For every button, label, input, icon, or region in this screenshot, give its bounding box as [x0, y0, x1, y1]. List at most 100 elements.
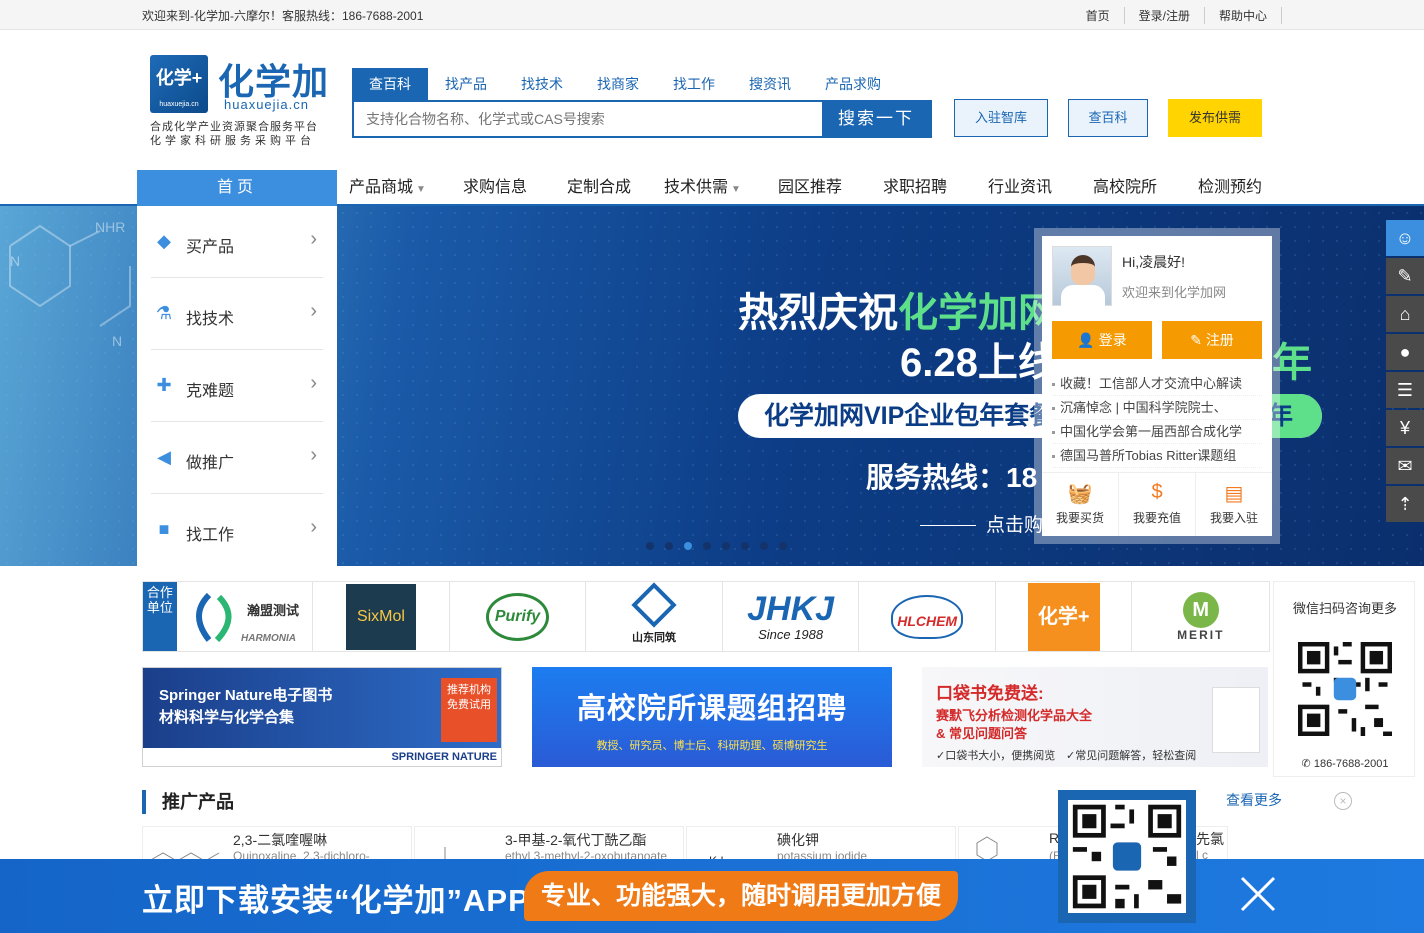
- search-tab-merchants[interactable]: 找商家: [580, 68, 656, 100]
- ad-springer-tag: 推荐机构免费试用: [441, 678, 497, 742]
- chevron-right-icon: ›: [310, 228, 317, 250]
- nav-item-purchase[interactable]: 求购信息: [463, 170, 527, 206]
- partner-logo-huaxuejia[interactable]: 化学+: [996, 582, 1133, 651]
- svg-text:NHR: NHR: [95, 219, 125, 235]
- banner-dot[interactable]: [779, 542, 787, 550]
- section-title-products: 推广产品: [142, 790, 234, 814]
- app-qr-code[interactable]: [1058, 790, 1196, 923]
- partner-logo-shandong[interactable]: 山东同筑: [586, 581, 723, 651]
- banner-cta[interactable]: 点击购: [920, 510, 1043, 537]
- partner-logo-sixmol[interactable]: SixMol: [313, 582, 450, 651]
- app-slogan: 专业、功能强大，随时调用更加方便: [524, 871, 958, 921]
- nav-item-testing[interactable]: 检测预约: [1198, 170, 1262, 206]
- product-name: 碘化钾: [777, 832, 819, 848]
- ad-recruit[interactable]: 高校院所课题组招聘 教授、研究员、博士后、科研助理、硕博研究生: [532, 667, 892, 767]
- back-to-top-icon[interactable]: ⇡: [1386, 486, 1424, 522]
- ad-pocket-book[interactable]: 口袋书免费送: 赛默飞分析检测化学品大全 & 常见问题问答 ✓口袋书大小，便携阅…: [922, 667, 1268, 767]
- register-button[interactable]: ✎ 注册: [1162, 321, 1262, 359]
- search-tab-jobs[interactable]: 找工作: [656, 68, 732, 100]
- banner-dot[interactable]: [646, 542, 654, 550]
- ad-recruit-title: 高校院所课题组招聘: [576, 693, 847, 725]
- top-link-home[interactable]: 首页: [1072, 7, 1125, 24]
- nav-item-jobs[interactable]: 求职招聘: [883, 170, 947, 206]
- banner-dot[interactable]: [741, 542, 749, 550]
- search-tab-purchase[interactable]: 产品求购: [808, 68, 898, 100]
- nav-item-tech[interactable]: 技术供需 ▼: [664, 170, 741, 206]
- qr-title: 微信扫码咨询更多: [1292, 601, 1397, 616]
- partner-logo-hlchem[interactable]: HLCHEM: [859, 582, 996, 651]
- banner-dot[interactable]: [665, 542, 673, 550]
- nav-home[interactable]: 首页: [137, 170, 337, 206]
- top-link-help[interactable]: 帮助中心: [1205, 7, 1282, 24]
- greeting: Hi,凌晨好!: [1122, 254, 1185, 270]
- puzzle-icon: ✚: [156, 375, 172, 395]
- action-join[interactable]: ▤ 我要入驻: [1196, 473, 1272, 536]
- chevron-right-icon: ›: [310, 300, 317, 322]
- wiki-button[interactable]: 查百科: [1068, 99, 1148, 137]
- search-tab-wiki[interactable]: 查百科: [352, 68, 428, 100]
- banner-dot[interactable]: [722, 542, 730, 550]
- qq-icon[interactable]: ☺: [1386, 220, 1424, 256]
- menu-item-jobs[interactable]: ■ 找工作 ›: [151, 494, 323, 566]
- menu-item-promote[interactable]: ◀ 做推广 ›: [151, 422, 323, 494]
- menu-item-problems[interactable]: ✚ 克难题 ›: [151, 350, 323, 422]
- chevron-down-icon: ▼: [416, 184, 426, 195]
- ad-springer[interactable]: Springer Nature电子图书 材料科学与化学合集 推荐机构免费试用 S…: [142, 667, 502, 767]
- menu-item-tech[interactable]: ⚗ 找技术 ›: [151, 278, 323, 350]
- search-tab-tech[interactable]: 找技术: [504, 68, 580, 100]
- news-list: 收藏！工信部人才交流中心解读 沉痛悼念 | 中国科学院院士、 中国化学会第一届西…: [1052, 372, 1262, 468]
- news-item[interactable]: 中国化学会第一届西部合成化学: [1052, 420, 1262, 444]
- partner-logo-harmonia[interactable]: 瀚盟测试 HARMONIA: [177, 582, 314, 651]
- news-item[interactable]: 沉痛悼念 | 中国科学院院士、: [1052, 396, 1262, 420]
- search-tab-news[interactable]: 搜资讯: [732, 68, 808, 100]
- banner-dot[interactable]: [760, 542, 768, 550]
- store-icon[interactable]: ⌂: [1386, 296, 1424, 332]
- wechat-icon[interactable]: ✉: [1386, 448, 1424, 484]
- yuan-icon[interactable]: ¥: [1386, 410, 1424, 446]
- nav-item-custom-synthesis[interactable]: 定制合成: [567, 170, 631, 206]
- menu-item-label: 找工作: [186, 527, 235, 544]
- nav-item-news[interactable]: 行业资讯: [988, 170, 1052, 206]
- partner-logo-merit[interactable]: M MERIT: [1132, 582, 1269, 651]
- login-button[interactable]: 👤 登录: [1052, 321, 1152, 359]
- close-icon[interactable]: ×: [1334, 792, 1352, 810]
- site-logo[interactable]: 化学+ huaxuejia.cn 化学加 huaxuejia.cn 合成化学产业资…: [150, 55, 330, 147]
- close-icon[interactable]: [1238, 874, 1278, 914]
- partner-logo-jhkj[interactable]: JHKJ Since 1988: [723, 582, 860, 651]
- user-icon[interactable]: ●: [1386, 334, 1424, 370]
- top-link-login[interactable]: 登录/注册: [1125, 7, 1205, 24]
- view-more-link[interactable]: 查看更多: [1226, 790, 1282, 810]
- banner-dot[interactable]: [703, 542, 711, 550]
- pencil-icon: ✎: [1190, 332, 1206, 348]
- news-item[interactable]: 收藏！工信部人才交流中心解读: [1052, 372, 1262, 396]
- menu-item-buy[interactable]: ◆ 买产品 ›: [151, 206, 323, 278]
- login-card: Hi,凌晨好! 欢迎来到化学加网 👤 登录 ✎ 注册 收藏！工信部人才交流中心解…: [1042, 236, 1272, 536]
- publish-button[interactable]: 发布供需: [1168, 99, 1262, 137]
- chevron-down-icon: ▼: [731, 184, 741, 195]
- banner-headline-2-right: 年: [1272, 341, 1312, 385]
- search-button[interactable]: 搜索一下: [822, 102, 930, 136]
- nav-item-universities[interactable]: 高校院所: [1093, 170, 1157, 206]
- nav-item-mall[interactable]: 产品商城 ▼: [349, 170, 426, 206]
- ad-springer-brand: SPRINGER NATURE: [143, 748, 501, 766]
- news-item[interactable]: 德国马普所Tobias Ritter课题组: [1052, 444, 1262, 468]
- chat-icon[interactable]: ☰: [1386, 372, 1424, 408]
- ad-book-subtitle-1: 赛默飞分析检测化学品大全: [936, 708, 1093, 723]
- product-name: 3-甲基-2-氧代丁酰乙酯: [505, 832, 647, 848]
- store-icon: ▤: [1224, 483, 1244, 505]
- search-input[interactable]: [354, 102, 824, 136]
- partner-logo-purify[interactable]: Purify: [450, 582, 587, 651]
- svg-text:N: N: [10, 253, 20, 269]
- avatar: [1052, 246, 1112, 307]
- chevron-right-icon: ›: [310, 516, 317, 538]
- action-buy[interactable]: 🧺 我要买货: [1042, 473, 1119, 536]
- join-think-tank-button[interactable]: 入驻智库: [954, 99, 1048, 137]
- search-tab-products[interactable]: 找产品: [428, 68, 504, 100]
- app-download-bar[interactable]: 立即下载安装“化学加”APP 专业、功能强大，随时调用更加方便: [0, 859, 1424, 933]
- menu-item-label: 做推广: [186, 455, 235, 472]
- nav-item-parks[interactable]: 园区推荐: [778, 170, 842, 206]
- edit-icon[interactable]: ✎: [1386, 258, 1424, 294]
- banner-dot-active[interactable]: [684, 542, 692, 550]
- action-recharge[interactable]: $ 我要充值: [1119, 473, 1196, 536]
- menu-item-label: 找技术: [186, 311, 235, 328]
